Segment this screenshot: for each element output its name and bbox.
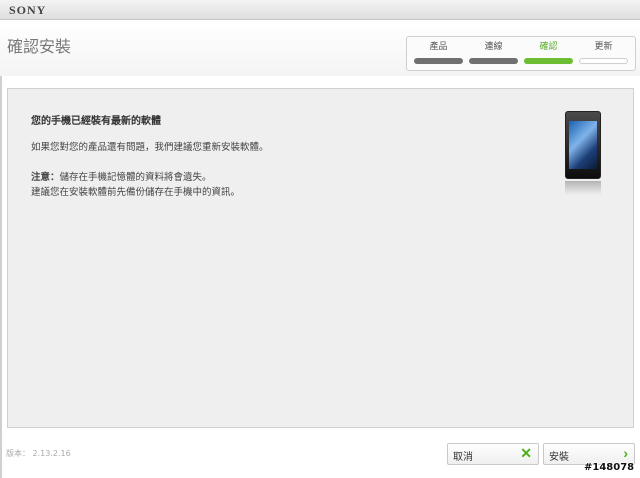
warning-note: 注意：儲存在手機記憶體的資料將會遺失。 [31, 169, 212, 183]
step-label: 產品 [429, 42, 448, 52]
step-progress-bar [414, 58, 463, 64]
cancel-label: 取消 [453, 452, 473, 463]
step-progress-bar [579, 58, 628, 64]
cancel-button[interactable]: 取消 ✕ [447, 443, 539, 465]
version-label: 版本： 2.13.2.16 [6, 449, 71, 458]
brand-logo: SONY [9, 3, 47, 17]
close-icon: ✕ [520, 445, 532, 461]
step-label: 確認 [539, 42, 558, 52]
page-title: 確認安裝 [7, 37, 72, 56]
step-update: 更新 [579, 41, 628, 64]
install-label: 安裝 [549, 452, 569, 463]
backup-advice: 建議您在安裝軟體前先備份儲存在手機中的資訊。 [31, 187, 241, 198]
note-text: 儲存在手機記憶體的資料將會遺失。 [59, 172, 212, 183]
phone-screen [569, 121, 597, 169]
note-label: 注意： [31, 172, 60, 183]
content-panel: 您的手機已經裝有最新的軟體 如果您對您的產品還有問題，我們建議您重新安裝軟體。 … [7, 88, 634, 428]
chevron-right-icon: › [623, 445, 628, 461]
step-progress-bar [469, 58, 518, 64]
phone-reflection [565, 181, 601, 195]
window-titlebar: SONY [0, 0, 640, 20]
step-confirm: 確認 [524, 41, 573, 64]
step-label: 更新 [594, 42, 613, 52]
window-edge [0, 20, 2, 478]
status-heading: 您的手機已經裝有最新的軟體 [31, 116, 161, 127]
progress-steps: 產品 連線 確認 更新 [406, 36, 636, 71]
recommendation-text: 如果您對您的產品還有問題，我們建議您重新安裝軟體。 [31, 142, 269, 153]
watermark: #148078 [584, 462, 635, 473]
step-label: 連線 [484, 42, 503, 52]
phone-image [565, 111, 601, 179]
step-progress-bar [524, 58, 573, 64]
step-product: 產品 [414, 41, 463, 64]
step-connect: 連線 [469, 41, 518, 64]
